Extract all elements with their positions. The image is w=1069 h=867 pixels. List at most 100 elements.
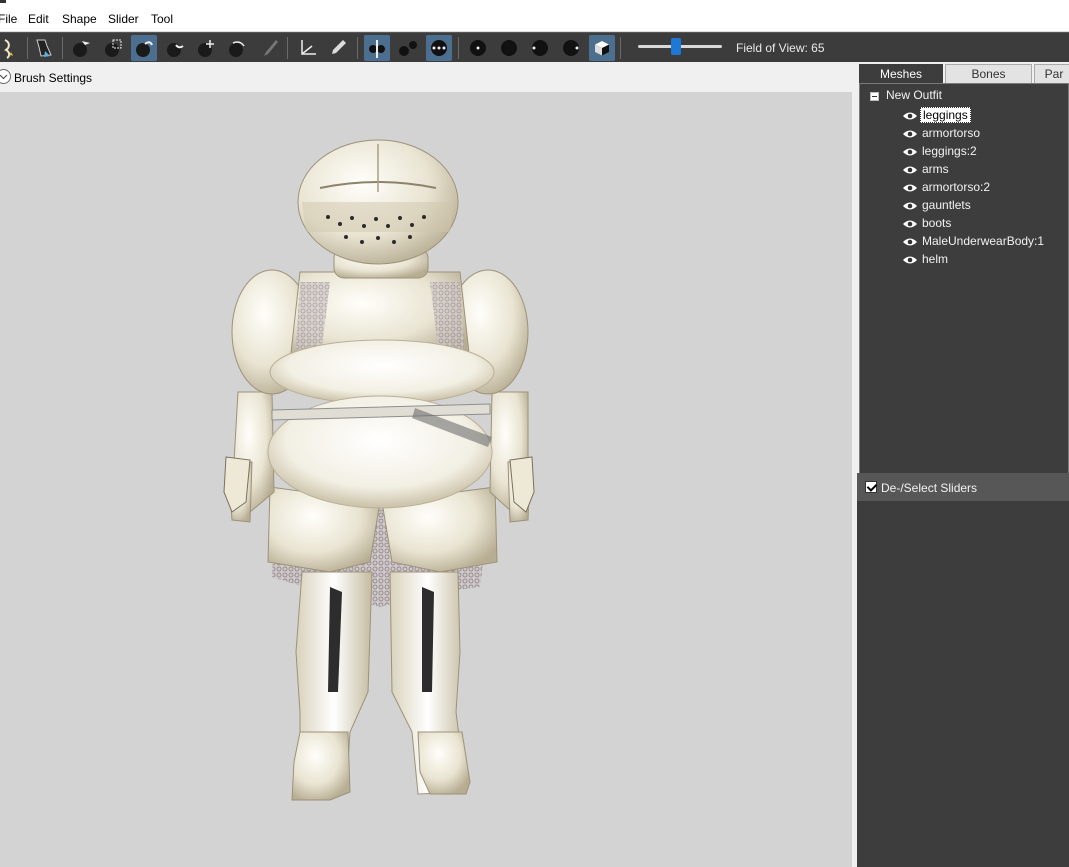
visibility-eye-icon[interactable] <box>902 254 918 264</box>
pencil-icon <box>332 40 346 54</box>
mesh-tree-item[interactable]: leggings <box>902 106 971 124</box>
toolbar-separator <box>27 37 28 59</box>
mirror-icon <box>369 40 385 58</box>
pivot-tool-button[interactable] <box>325 35 351 61</box>
tab-meshes[interactable]: Meshes <box>859 64 943 83</box>
select-arrow-icon <box>73 41 90 57</box>
mesh-label[interactable]: leggings <box>920 107 971 123</box>
inflate-brush-icon <box>136 41 153 57</box>
mesh-label[interactable]: boots <box>920 216 953 230</box>
menu-bar: File Edit Shape Slider Tool <box>0 0 1069 32</box>
global-brush-button[interactable] <box>426 35 452 61</box>
visibility-eye-icon[interactable] <box>902 236 918 246</box>
mask-display-button[interactable] <box>589 35 615 61</box>
panel-tabs: Meshes Bones Par <box>857 62 1069 83</box>
field-of-view-label: Field of View: 65 <box>736 41 825 55</box>
menu-tool[interactable]: Tool <box>151 12 173 26</box>
mesh-tree-item[interactable]: arms <box>902 160 951 178</box>
brush-settings-toggle-icon[interactable] <box>0 69 11 84</box>
slider-panel-header: De-/Select Sliders <box>857 473 1069 501</box>
tab-bones[interactable]: Bones <box>945 64 1032 83</box>
load-reference-icon <box>4 39 13 59</box>
mesh-tree-item[interactable]: boots <box>902 214 953 232</box>
transform-axes-icon <box>301 40 316 55</box>
inflate-brush-button[interactable] <box>131 35 157 61</box>
toolbar-separator <box>357 37 358 59</box>
mesh-label[interactable]: arms <box>920 162 951 176</box>
move-brush-button[interactable] <box>193 35 219 61</box>
show-vertices-button[interactable] <box>465 35 491 61</box>
visibility-eye-icon[interactable] <box>902 164 918 174</box>
select-sliders-label[interactable]: De-/Select Sliders <box>881 481 977 495</box>
slider-panel: De-/Select Sliders <box>857 473 1069 867</box>
brush-settings-bar: Brush Settings <box>0 62 855 92</box>
mask-brush-icon <box>105 39 122 57</box>
mesh-label[interactable]: leggings:2 <box>920 144 979 158</box>
mesh-tree-item[interactable]: MaleUnderwearBody:1 <box>902 232 1046 250</box>
mesh-tree-item[interactable]: gauntlets <box>902 196 973 214</box>
wireframe-icon <box>501 40 517 56</box>
toolbar: Field of View: 65 <box>0 32 1069 62</box>
mask-tool-button[interactable] <box>100 35 126 61</box>
x-mirror-button[interactable] <box>364 35 390 61</box>
menu-shape[interactable]: Shape <box>62 12 97 26</box>
vertices-icon <box>470 40 486 56</box>
cube-icon <box>595 41 609 56</box>
select-tool-button[interactable] <box>68 35 94 61</box>
toolbar-separator <box>620 37 621 59</box>
visibility-eye-icon[interactable] <box>902 146 918 156</box>
move-brush-icon <box>198 40 214 57</box>
slider-list <box>857 501 1069 867</box>
visibility-eye-icon[interactable] <box>902 218 918 228</box>
mesh-label[interactable]: helm <box>920 252 950 266</box>
lighting-button[interactable] <box>527 35 553 61</box>
armor-model-render <box>223 139 535 801</box>
transform-tool-button[interactable] <box>294 35 320 61</box>
global-dots-icon <box>431 40 447 56</box>
mesh-tree-item[interactable]: helm <box>902 250 950 268</box>
mesh-label[interactable]: armortorso <box>920 126 982 140</box>
connected-only-button[interactable] <box>395 35 421 61</box>
tab-partitions[interactable]: Par <box>1034 64 1069 83</box>
toolbar-separator <box>287 37 288 59</box>
field-of-view-slider[interactable] <box>638 33 722 61</box>
right-panel: Meshes Bones Par New Outfit leggings armo… <box>857 62 1069 867</box>
lighting-icon <box>532 40 548 56</box>
menu-edit[interactable]: Edit <box>28 12 49 26</box>
mesh-tree-item[interactable]: leggings:2 <box>902 142 979 160</box>
brush-settings-label[interactable]: Brush Settings <box>14 71 92 85</box>
mesh-label[interactable]: gauntlets <box>920 198 973 212</box>
3d-viewport[interactable] <box>0 92 852 867</box>
wireframe-button[interactable] <box>496 35 522 61</box>
mesh-label[interactable]: MaleUnderwearBody:1 <box>920 234 1046 248</box>
mesh-label[interactable]: armortorso:2 <box>920 180 992 194</box>
collapse-icon[interactable] <box>870 92 879 101</box>
smooth-brush-icon <box>229 41 245 57</box>
texture-icon <box>563 40 579 56</box>
deflate-brush-button[interactable] <box>162 35 188 61</box>
menu-slider[interactable]: Slider <box>108 12 139 26</box>
outfit-icon <box>36 39 52 57</box>
toolbar-separator <box>62 37 63 59</box>
mesh-tree: New Outfit leggings armortorso leggings:2 a… <box>859 83 1069 529</box>
weight-paint-button[interactable] <box>256 35 282 61</box>
tree-root-outfit[interactable]: New Outfit <box>886 88 942 102</box>
visibility-eye-icon[interactable] <box>902 110 918 120</box>
load-outfit-button[interactable] <box>31 35 57 61</box>
window-corner-mark <box>0 0 6 3</box>
visibility-eye-icon[interactable] <box>902 200 918 210</box>
textures-button[interactable] <box>558 35 584 61</box>
visibility-eye-icon[interactable] <box>902 182 918 192</box>
fov-slider-thumb[interactable] <box>671 38 681 55</box>
visibility-eye-icon[interactable] <box>902 128 918 138</box>
deflate-brush-icon <box>167 43 184 57</box>
smooth-brush-button[interactable] <box>224 35 250 61</box>
select-sliders-checkbox[interactable] <box>865 481 877 493</box>
connected-icon <box>399 41 417 56</box>
load-reference-button[interactable] <box>0 35 23 61</box>
mesh-tree-item[interactable]: armortorso <box>902 124 982 142</box>
toolbar-separator <box>458 37 459 59</box>
mesh-tree-item[interactable]: armortorso:2 <box>902 178 992 196</box>
paint-brush-icon <box>264 40 278 56</box>
menu-file[interactable]: File <box>0 12 17 26</box>
